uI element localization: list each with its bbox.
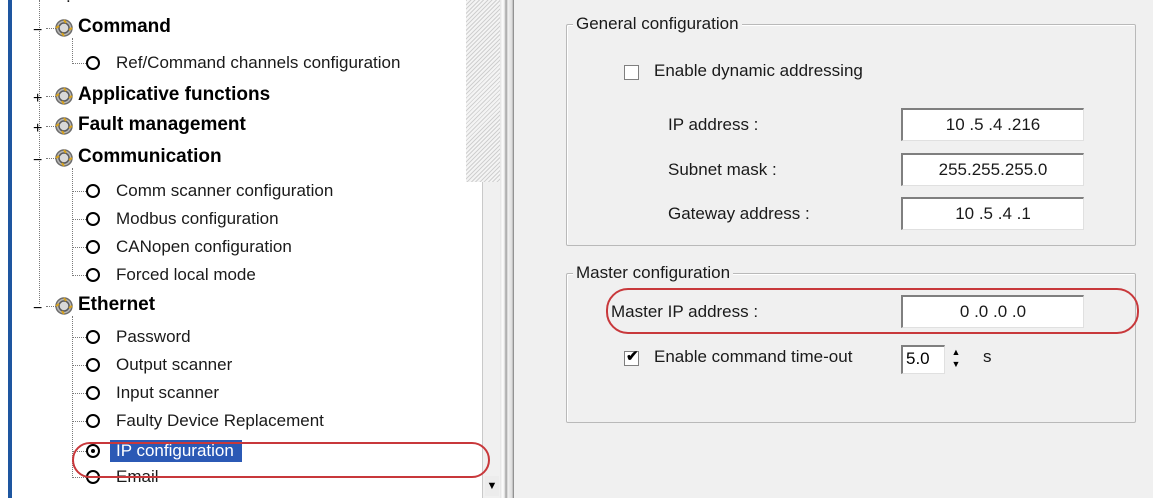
gateway-address-label: Gateway address : xyxy=(668,204,810,223)
scroll-down-button[interactable]: ▼ xyxy=(485,476,499,496)
tree-expander-0[interactable]: − xyxy=(33,22,42,40)
tree-leaf-connector xyxy=(72,337,86,338)
tree-leaf-connector xyxy=(72,451,86,452)
gear-icon xyxy=(54,86,74,106)
tree-expander-4[interactable]: − xyxy=(33,300,42,318)
timeout-spinner[interactable]: ▲ ▼ xyxy=(947,347,967,373)
master-config-title: Master configuration xyxy=(573,263,734,283)
tree-category-label[interactable]: Ethernet xyxy=(78,294,155,316)
radio-icon xyxy=(86,240,100,254)
gear-icon xyxy=(54,116,74,136)
tree-leaf-connector xyxy=(72,477,86,478)
panel-splitter[interactable] xyxy=(500,0,514,498)
tree-category-label[interactable]: Fault management xyxy=(78,114,246,136)
gateway-address-field[interactable]: 10 .5 .4 .1 xyxy=(901,197,1084,230)
radio-icon xyxy=(86,56,100,70)
tree-item-password[interactable]: Password xyxy=(116,326,191,348)
general-config-group: General configuration Enable dynamic add… xyxy=(566,14,1136,246)
spin-up-button[interactable]: ▲ xyxy=(949,347,963,358)
tree-item-email[interactable]: Email xyxy=(116,466,159,488)
tree-child-connector xyxy=(72,38,73,64)
tree-scrollbar[interactable] xyxy=(482,182,501,498)
tree-top-stub: . xyxy=(66,0,71,8)
tree-item-output-scanner[interactable]: Output scanner xyxy=(116,354,232,376)
tree-item-ip-configuration[interactable]: IP configuration xyxy=(110,440,242,462)
tree-category-label[interactable]: Communication xyxy=(78,146,222,168)
radio-icon xyxy=(86,358,100,372)
command-timeout-label: Enable command time-out xyxy=(654,347,853,366)
gear-icon xyxy=(54,148,74,168)
dynamic-addressing-checkbox[interactable] xyxy=(624,65,639,80)
tree-item-forced-local-mode[interactable]: Forced local mode xyxy=(116,264,256,286)
general-config-title: General configuration xyxy=(573,14,742,34)
config-panel: General configuration Enable dynamic add… xyxy=(514,0,1153,498)
tree-child-connector xyxy=(72,168,73,276)
radio-icon xyxy=(86,330,100,344)
subnet-mask-field[interactable]: 255.255.255.0 xyxy=(901,153,1084,186)
tree-leaf-connector xyxy=(72,365,86,366)
ip-address-field[interactable]: 10 .5 .4 .216 xyxy=(901,108,1084,141)
spin-down-button[interactable]: ▼ xyxy=(949,359,963,370)
tree-item-comm-scanner-configuration[interactable]: Comm scanner configuration xyxy=(116,180,333,202)
radio-icon xyxy=(86,184,100,198)
radio-icon xyxy=(86,212,100,226)
tree-leaf-connector xyxy=(72,191,86,192)
gear-icon xyxy=(54,18,74,38)
tree-category-label[interactable]: Applicative functions xyxy=(78,84,270,106)
master-config-group: Master configuration Master IP address :… xyxy=(566,263,1136,423)
tree-leaf-connector xyxy=(72,421,86,422)
master-ip-field[interactable]: 0 .0 .0 .0 xyxy=(901,295,1084,328)
radio-icon xyxy=(86,470,100,484)
command-timeout-input[interactable]: 5.0 xyxy=(901,345,945,374)
tree-leaf-connector xyxy=(72,393,86,394)
command-timeout-check-mark: ✔ xyxy=(626,348,639,365)
radio-selected-icon xyxy=(86,444,100,458)
tree-category-label[interactable]: Command xyxy=(78,16,171,38)
tree-expander-1[interactable]: + xyxy=(33,90,42,108)
tree-leaf-connector xyxy=(72,63,86,64)
tree-leaf-connector xyxy=(72,275,86,276)
tree-item-canopen-configuration[interactable]: CANopen configuration xyxy=(116,236,292,258)
tree-panel: . − Command Ref/Command channels configurat… xyxy=(0,0,512,498)
tree-expander-2[interactable]: + xyxy=(33,120,42,138)
config-tree: . − Command Ref/Command channels configurat… xyxy=(0,0,500,498)
tree-leaf-connector xyxy=(72,247,86,248)
master-ip-label: Master IP address : xyxy=(611,302,759,321)
radio-icon xyxy=(86,386,100,400)
gear-icon xyxy=(54,296,74,316)
dynamic-addressing-label: Enable dynamic addressing xyxy=(654,61,863,80)
command-timeout-checkbox[interactable]: ✔ xyxy=(624,348,639,366)
subnet-mask-label: Subnet mask : xyxy=(668,160,777,179)
tree-item-faulty-device-replacement[interactable]: Faulty Device Replacement xyxy=(116,410,324,432)
tree-item-input-scanner[interactable]: Input scanner xyxy=(116,382,219,404)
tree-expander-3[interactable]: − xyxy=(33,152,42,170)
radio-icon xyxy=(86,268,100,282)
tree-scrollbar-region xyxy=(466,0,500,182)
tree-item-modbus-configuration[interactable]: Modbus configuration xyxy=(116,208,279,230)
tree-leaf-connector xyxy=(72,219,86,220)
tree-child-connector xyxy=(72,316,73,478)
tree-item-ref-command-channels-configuration[interactable]: Ref/Command channels configuration xyxy=(116,52,400,74)
ip-address-label: IP address : xyxy=(668,115,759,134)
timeout-unit-label: s xyxy=(983,347,992,366)
radio-icon xyxy=(86,414,100,428)
